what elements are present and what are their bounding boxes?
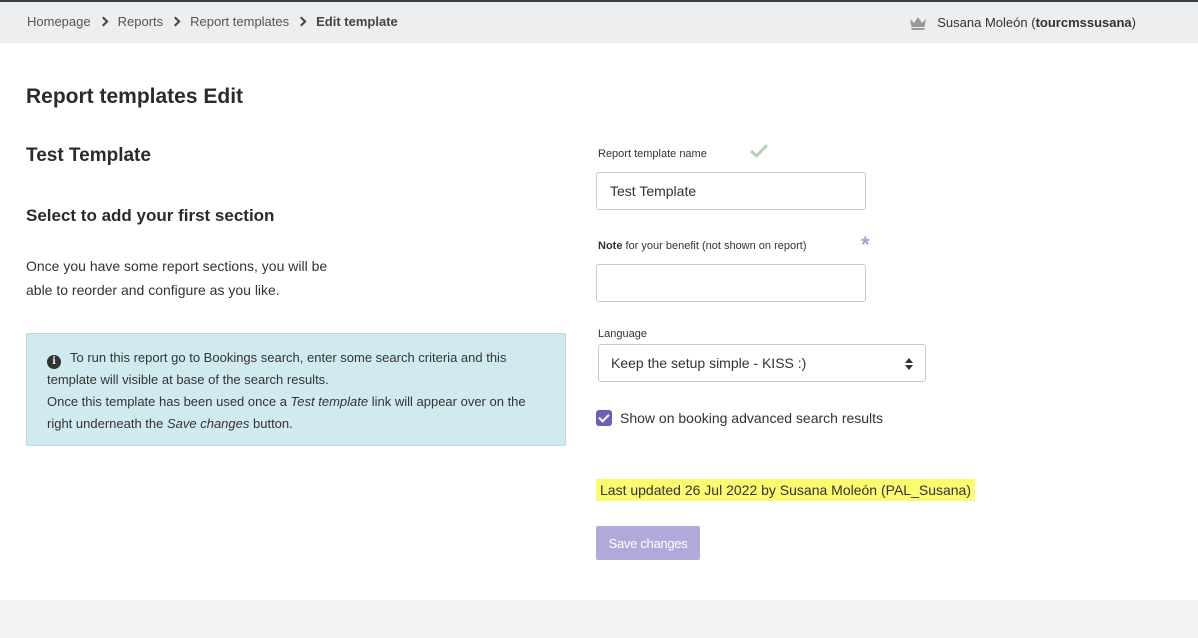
save-changes-button[interactable]: Save changes	[596, 526, 700, 560]
name-label: Report template name	[598, 148, 707, 160]
breadcrumb-report-templates[interactable]: Report templates	[190, 14, 289, 29]
note-label-rest: for your benefit (not shown on report)	[622, 240, 807, 252]
user-name: Susana Moleón	[937, 15, 1028, 30]
breadcrumb-current: Edit template	[316, 14, 398, 29]
last-updated-text: Last updated 26 Jul 2022 by Susana Moleó…	[596, 479, 975, 501]
footer	[0, 600, 1198, 638]
info-box: i To run this report go to Bookings searc…	[26, 333, 566, 446]
template-name: Test Template	[26, 145, 151, 166]
note-input[interactable]	[596, 264, 866, 302]
help-line-2: able to reorder and configure as you lik…	[26, 282, 280, 298]
help-text: Once you have some report sections, you …	[26, 254, 366, 302]
header-bar: Homepage Reports Report templates Edit t…	[0, 2, 1198, 43]
info-text-1: To run this report go to Bookings search…	[70, 350, 507, 365]
info-text-4a: right underneath the	[47, 416, 167, 431]
language-select[interactable]: Keep the setup simple - KISS :)	[598, 344, 926, 382]
info-text-3c: link will appear over on the	[368, 394, 526, 409]
template-name-input[interactable]	[596, 172, 866, 210]
breadcrumb-homepage[interactable]: Homepage	[27, 14, 91, 29]
section-heading: Select to add your first section	[26, 206, 275, 225]
user-handle: tourcmssusana	[1035, 15, 1132, 30]
info-icon: i	[47, 355, 61, 369]
crown-icon	[910, 16, 927, 30]
info-line-1: i To run this report go to Bookings searc…	[47, 347, 545, 369]
info-text-3a: Once this template has been used once a	[47, 394, 291, 409]
show-results-checkbox[interactable]	[596, 410, 612, 426]
note-label: Note for your benefit (not shown on repo…	[598, 240, 807, 252]
info-text-4b: Save changes	[166, 416, 250, 431]
note-label-bold: Note	[598, 240, 623, 252]
language-value: Keep the setup simple - KISS :)	[611, 355, 807, 371]
chevron-right-icon	[98, 16, 109, 27]
show-results-label[interactable]: Show on booking advanced search results	[620, 410, 883, 426]
help-line-1: Once you have some report sections, you …	[26, 258, 328, 274]
info-line-2: template will visible at base of the sea…	[47, 372, 329, 387]
chevron-right-icon	[170, 16, 181, 27]
user-menu[interactable]: Susana Moleón (tourcmssusana)	[909, 15, 1136, 30]
info-line-4: right underneath the Save changes button…	[47, 413, 545, 435]
breadcrumb: Homepage Reports Report templates Edit t…	[27, 14, 398, 29]
check-icon	[749, 143, 769, 159]
page-title: Report templates Edit	[26, 85, 244, 108]
info-text-3b: Test template	[290, 394, 369, 409]
info-text-4c: button.	[249, 416, 293, 431]
select-arrows-icon	[905, 358, 913, 370]
breadcrumb-reports[interactable]: Reports	[118, 14, 164, 29]
chevron-right-icon	[296, 16, 307, 27]
info-line-3: Once this template has been used once a …	[47, 391, 545, 413]
language-label: Language	[598, 328, 647, 340]
required-asterisk-icon: *	[861, 232, 870, 257]
